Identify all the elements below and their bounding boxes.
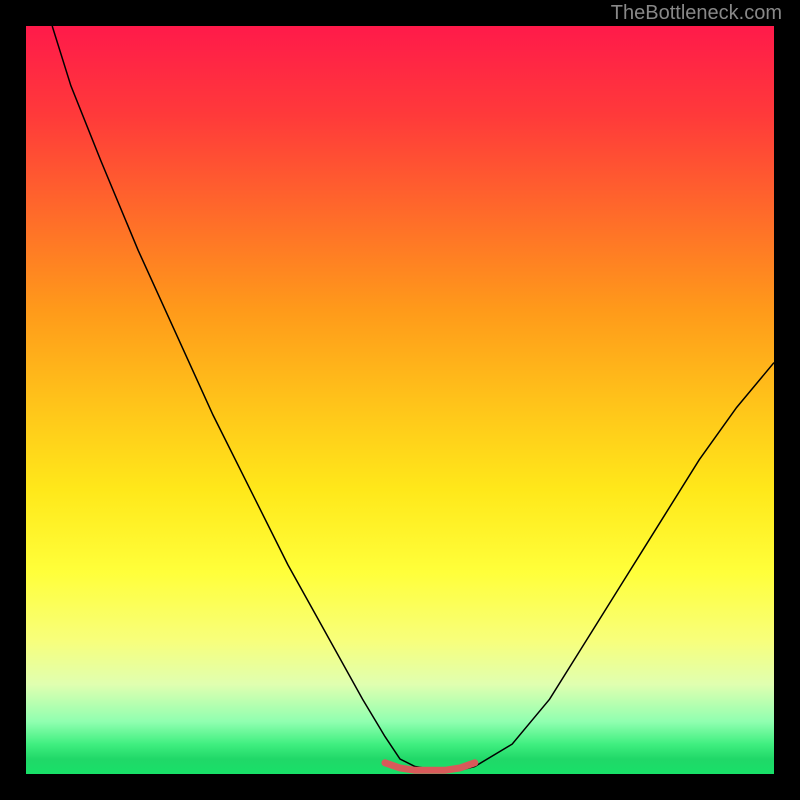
watermark-text: TheBottleneck.com [611, 2, 782, 25]
optimal-zone-marker [385, 763, 475, 771]
bottleneck-curve-line [52, 26, 774, 770]
bottleneck-chart [26, 26, 774, 774]
